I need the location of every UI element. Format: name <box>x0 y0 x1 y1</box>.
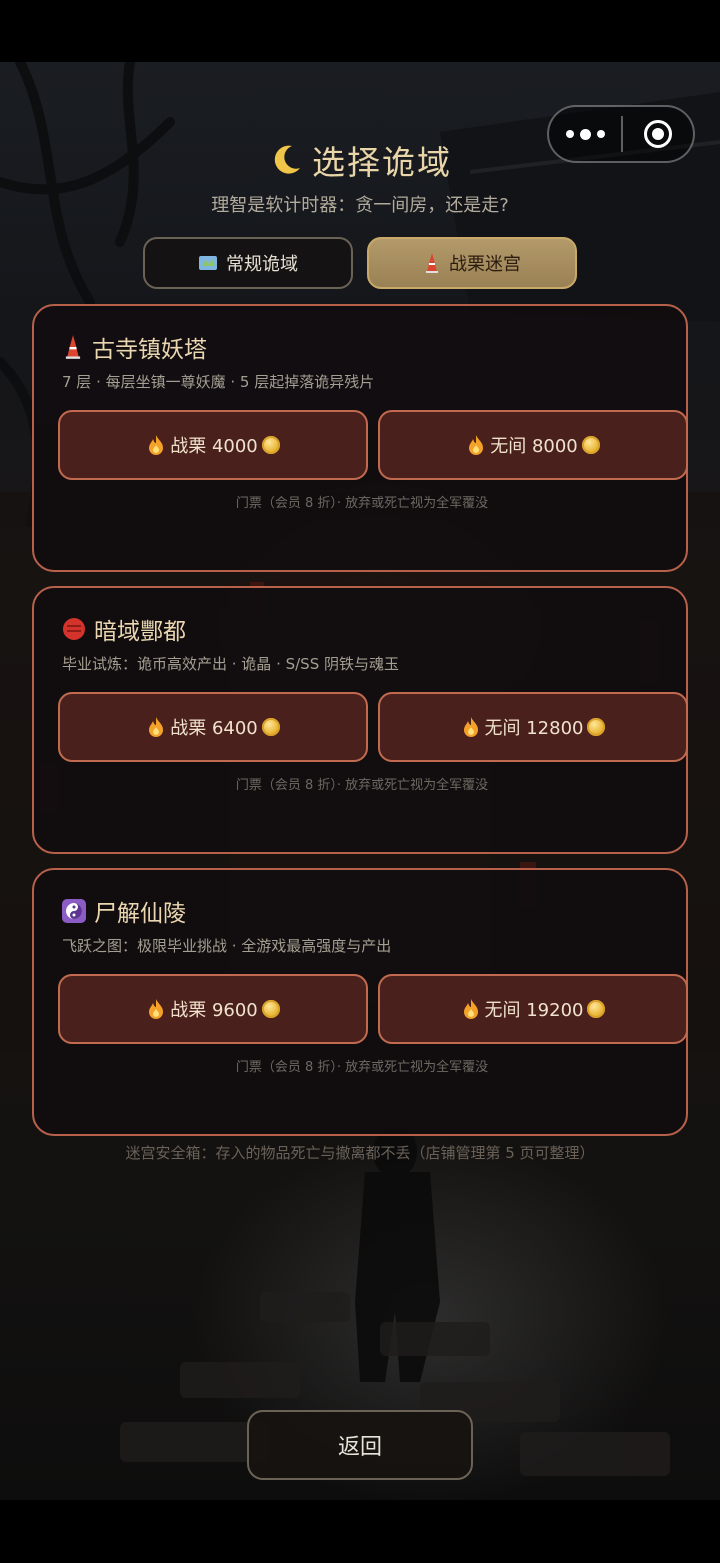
card-note: 门票（会员 8 折）· 放弃或死亡视为全军覆没 <box>235 778 489 793</box>
tower-icon <box>65 335 81 359</box>
coin-icon <box>261 436 280 454</box>
tremble-mode-label: 战栗 4000 <box>170 436 258 457</box>
card-title: 古寺镇妖塔 <box>62 330 207 364</box>
tremble-mode-label: 战栗 9600 <box>170 1000 258 1021</box>
safe-box-note: 迷宫安全箱：存入的物品死亡与撤离都不丢（店铺管理第 5 页可整理） <box>125 1144 595 1162</box>
coin-icon <box>587 718 606 736</box>
card-note: 门票（会员 8 折）· 放弃或死亡视为全军覆没 <box>235 496 489 511</box>
card-note: 门票（会员 8 折）· 放弃或死亡视为全军覆没 <box>235 1060 489 1075</box>
coin-icon <box>587 1000 606 1018</box>
red-orb-icon <box>63 618 85 640</box>
page-subtitle: 理智是软计时器：贪一间房，还是走? <box>211 195 509 216</box>
maze-card-fengdu: 暗域酆都 毕业试炼：诡币高效产出 · 诡晶 · S/SS 阴铁与魂玉 战栗 64… <box>32 586 688 854</box>
card-title: 尸解仙陵 <box>62 894 186 928</box>
back-button-label: 返回 <box>337 1435 382 1460</box>
tremble-mode-label: 战栗 6400 <box>170 718 258 739</box>
maze-card-immortal-tomb: 尸解仙陵 飞跃之图：极限毕业挑战 · 全游戏最高强度与产出 战栗 9600 无间… <box>32 868 688 1136</box>
endless-mode-label: 无间 8000 <box>490 436 578 457</box>
endless-mode-button[interactable]: 无间 12800 <box>378 692 688 762</box>
card-title: 暗域酆都 <box>62 612 186 646</box>
tab-maze[interactable]: 战栗迷宫 <box>367 237 577 289</box>
endless-mode-label: 无间 19200 <box>484 1000 584 1021</box>
page-title-text: 选择诡域 <box>312 143 452 182</box>
card-title-text: 尸解仙陵 <box>94 901 186 927</box>
flame-icon <box>149 435 164 455</box>
coin-icon <box>261 1000 280 1018</box>
moon-icon <box>274 145 300 174</box>
flame-icon <box>469 435 484 455</box>
page-title: 选择诡域 <box>0 136 720 184</box>
coin-icon <box>581 436 600 454</box>
flame-icon <box>149 717 164 737</box>
tremble-mode-button[interactable]: 战栗 9600 <box>58 974 368 1044</box>
tremble-mode-button[interactable]: 战栗 4000 <box>58 410 368 480</box>
card-description: 飞跃之图：极限毕业挑战 · 全游戏最高强度与产出 <box>62 937 392 955</box>
flame-icon <box>149 999 164 1019</box>
flame-icon <box>463 999 478 1019</box>
flame-icon <box>463 717 478 737</box>
endless-mode-label: 无间 12800 <box>484 718 584 739</box>
maze-card-tower: 古寺镇妖塔 7 层 · 每层坐镇一尊妖魔 · 5 层起掉落诡异残片 战栗 400… <box>32 304 688 572</box>
coin-icon <box>261 718 280 736</box>
tower-icon <box>426 253 438 273</box>
card-title-text: 暗域酆都 <box>94 619 186 645</box>
card-title-text: 古寺镇妖塔 <box>92 337 207 363</box>
back-button[interactable]: 返回 <box>247 1410 473 1480</box>
tab-maze-label: 战栗迷宫 <box>449 254 521 275</box>
endless-mode-button[interactable]: 无间 8000 <box>378 410 688 480</box>
endless-mode-button[interactable]: 无间 19200 <box>378 974 688 1044</box>
card-description: 毕业试炼：诡币高效产出 · 诡晶 · S/SS 阴铁与魂玉 <box>62 655 399 673</box>
yin-yang-icon <box>62 899 86 923</box>
screen: 选择诡域 理智是软计时器：贪一间房，还是走? 常规诡域 战栗迷宫 古寺镇妖塔 7… <box>0 0 720 1563</box>
card-description: 7 层 · 每层坐镇一尊妖魔 · 5 层起掉落诡异残片 <box>62 373 375 391</box>
tab-normal-label: 常规诡域 <box>226 254 298 275</box>
tremble-mode-button[interactable]: 战栗 6400 <box>58 692 368 762</box>
map-icon <box>199 256 217 270</box>
tab-normal-domain[interactable]: 常规诡域 <box>143 237 353 289</box>
